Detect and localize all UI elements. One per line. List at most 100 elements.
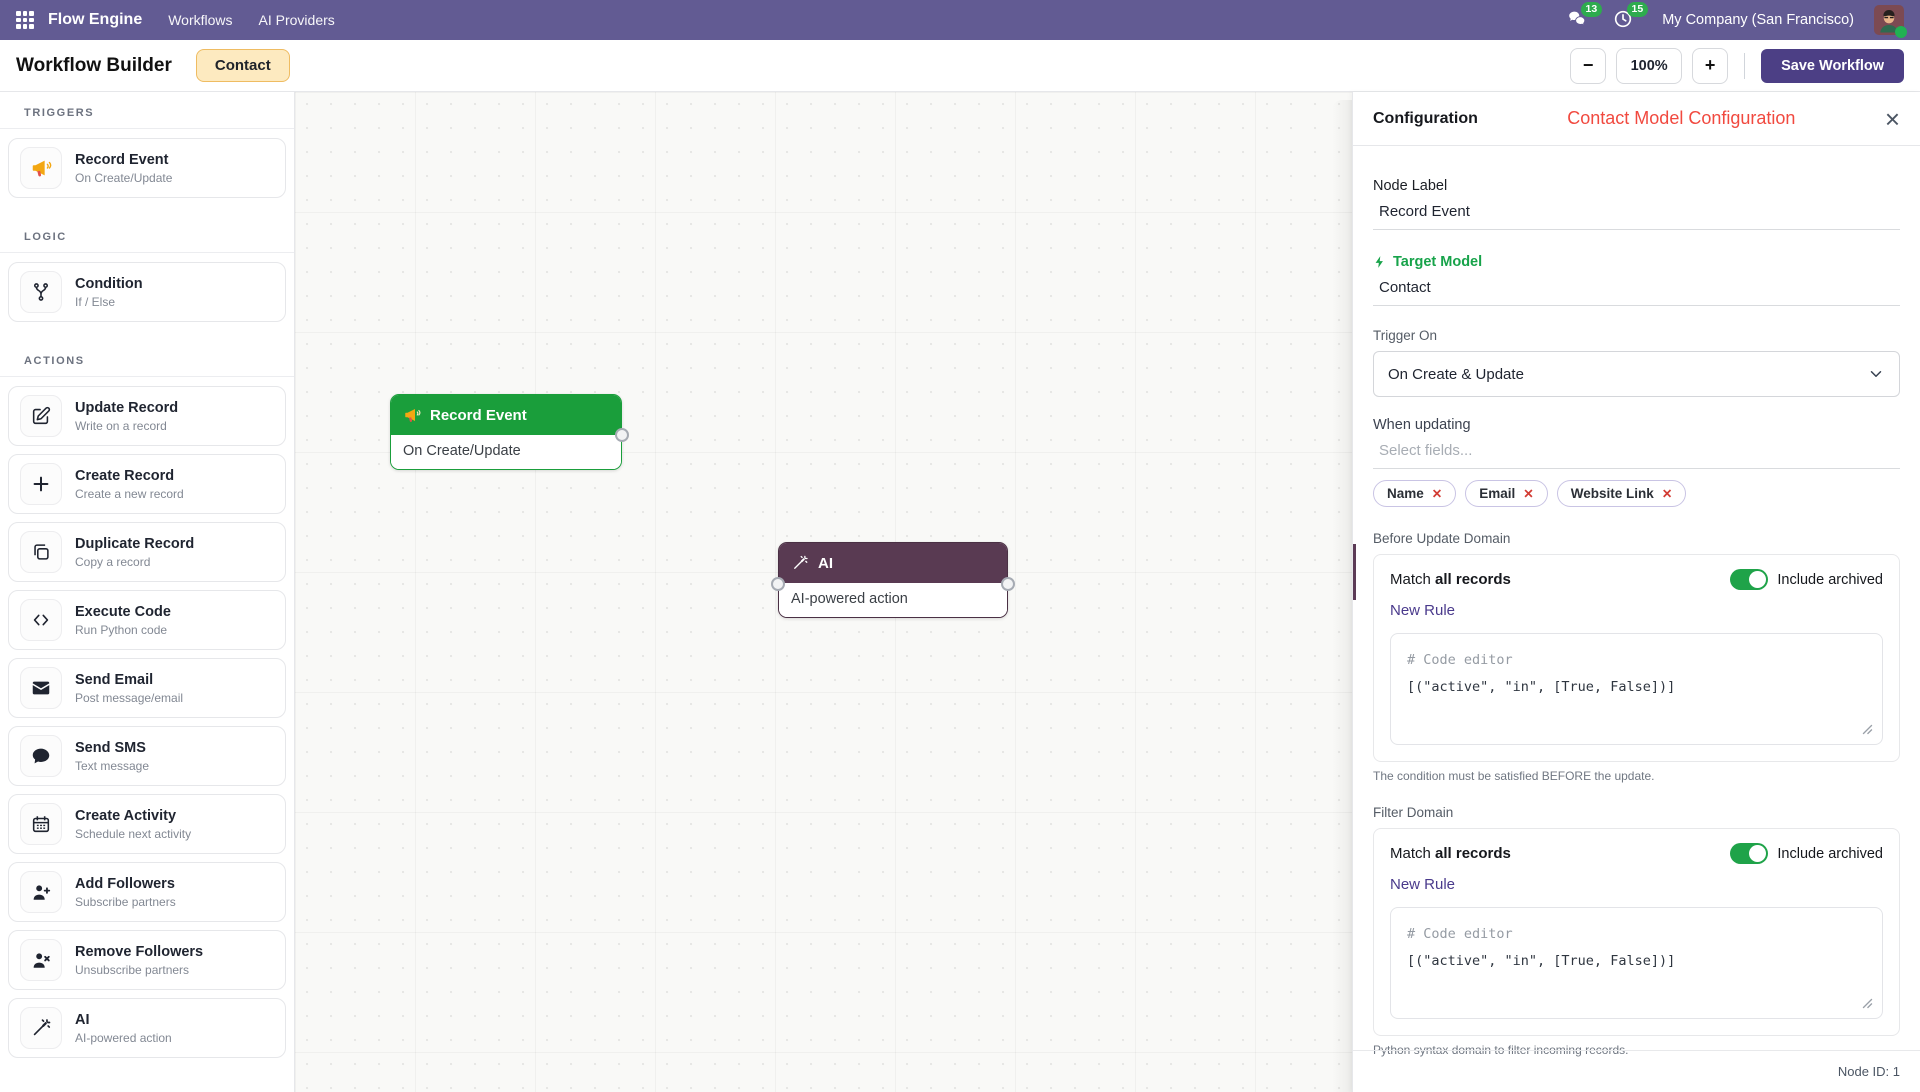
panel-title: Configuration [1373,110,1478,128]
filter-domain-label: Filter Domain [1373,805,1900,820]
before-update-domain-card: Match all records Include archived New R… [1373,554,1900,762]
palette-item-desc: Write on a record [75,419,178,433]
new-rule-link[interactable]: New Rule [1390,876,1883,893]
close-icon[interactable]: × [1885,106,1900,132]
include-archived-toggle[interactable] [1730,569,1768,590]
palette-item-ai[interactable]: AI AI-powered action [8,998,286,1058]
match-records-text: Match all records [1390,845,1511,862]
before-update-domain-label: Before Update Domain [1373,531,1900,546]
user-avatar[interactable] [1874,5,1904,35]
copy-icon [20,531,62,573]
app-name[interactable]: Flow Engine [48,11,142,29]
workflow-canvas[interactable]: Record Event On Create/Update AI AI-powe… [295,92,1352,1092]
wand-icon [20,1007,62,1049]
node-record-event-header: Record Event [391,395,621,435]
online-status-dot [1895,26,1907,38]
palette-item-desc: If / Else [75,295,143,309]
palette-item-update-record[interactable]: Update Record Write on a record [8,386,286,446]
resize-handle-icon[interactable] [1862,724,1873,735]
remove-tag-icon[interactable]: ✕ [1432,486,1442,501]
chevron-down-icon [1867,365,1885,383]
panel-scrollbar-thumb[interactable] [1353,544,1356,600]
palette-item-send-email[interactable]: Send Email Post message/email [8,658,286,718]
node-ai-output-port[interactable] [1001,577,1015,591]
top-nav: Flow Engine Workflows AI Providers 13 15… [0,0,1920,40]
trigger-on-select[interactable]: On Create & Update [1373,351,1900,397]
palette-item-add-followers[interactable]: Add Followers Subscribe partners [8,862,286,922]
palette-item-create-record[interactable]: Create Record Create a new record [8,454,286,514]
palette-item-label: Create Record [75,467,184,485]
section-header-logic: LOGIC [0,216,294,253]
remove-tag-icon[interactable]: ✕ [1662,486,1672,501]
node-record-event-output-port[interactable] [615,428,629,442]
palette-item-label: Send Email [75,671,183,689]
palette-item-remove-followers[interactable]: Remove Followers Unsubscribe partners [8,930,286,990]
envelope-icon [20,667,62,709]
palette-item-label: Remove Followers [75,943,203,961]
palette-item-desc: Schedule next activity [75,827,191,841]
user-x-icon [20,939,62,981]
page-title: Workflow Builder [16,55,172,77]
palette-item-condition[interactable]: Condition If / Else [8,262,286,322]
palette-item-label: Send SMS [75,739,149,757]
calendar-icon [20,803,62,845]
panel-subtitle: Contact Model Configuration [1478,108,1885,129]
tag-label: Email [1479,486,1515,501]
before-update-code-editor[interactable]: # Code editor [("active", "in", [True, F… [1390,633,1883,745]
target-model-input[interactable] [1373,270,1900,306]
palette-item-desc: Copy a record [75,555,194,569]
company-switcher[interactable]: My Company (San Francisco) [1662,12,1854,28]
nav-item-ai-providers[interactable]: AI Providers [259,12,335,28]
palette-item-label: Add Followers [75,875,176,893]
section-header-triggers: TRIGGERS [0,92,294,129]
field-tag-website-link[interactable]: Website Link ✕ [1557,480,1687,507]
configuration-panel: Configuration Contact Model Configuratio… [1352,92,1920,1092]
save-workflow-button[interactable]: Save Workflow [1761,49,1904,83]
include-archived-label: Include archived [1777,846,1883,862]
new-rule-link[interactable]: New Rule [1390,602,1883,619]
code-value: [("active", "in", [True, False])] [1407,948,1866,975]
palette-item-desc: Post message/email [75,691,183,705]
edge-record-to-ai [295,92,595,242]
panel-footer: Node ID: 1 [1353,1050,1920,1092]
plus-icon [20,463,62,505]
remove-tag-icon[interactable]: ✕ [1523,486,1533,501]
palette-item-label: Record Event [75,151,172,169]
node-label-input[interactable] [1373,194,1900,230]
palette-item-create-activity[interactable]: Create Activity Schedule next activity [8,794,286,854]
zoom-out-button[interactable]: − [1570,48,1606,84]
nav-item-workflows[interactable]: Workflows [168,12,232,28]
target-model-label: Target Model [1373,254,1900,270]
model-badge[interactable]: Contact [196,49,290,82]
when-updating-label: When updating [1373,417,1900,433]
resize-handle-icon[interactable] [1862,998,1873,1009]
fork-icon [20,271,62,313]
palette-item-duplicate-record[interactable]: Duplicate Record Copy a record [8,522,286,582]
trigger-on-value: On Create & Update [1388,366,1524,383]
zoom-in-button[interactable]: + [1692,48,1728,84]
node-record-event[interactable]: Record Event On Create/Update [390,394,622,470]
workflow-toolbar: Workflow Builder Contact − 100% + Save W… [0,40,1920,92]
filter-domain-card: Match all records Include archived New R… [1373,828,1900,1036]
palette-item-desc: Text message [75,759,149,773]
include-archived-toggle[interactable] [1730,843,1768,864]
node-label-field-label: Node Label [1373,178,1900,194]
filter-domain-code-editor[interactable]: # Code editor [("active", "in", [True, F… [1390,907,1883,1019]
tag-label: Website Link [1571,486,1654,501]
palette-item-execute-code[interactable]: Execute Code Run Python code [8,590,286,650]
palette-item-label: Create Activity [75,807,191,825]
field-tag-email[interactable]: Email ✕ [1465,480,1548,507]
palette-item-record-event[interactable]: Record Event On Create/Update [8,138,286,198]
update-fields-input[interactable] [1373,433,1900,469]
field-tag-name[interactable]: Name ✕ [1373,480,1456,507]
user-plus-icon [20,871,62,913]
node-ai-input-port[interactable] [771,577,785,591]
activities-button[interactable]: 15 [1612,8,1638,32]
node-ai[interactable]: AI AI-powered action [778,542,1008,618]
tag-label: Name [1387,486,1424,501]
apps-grid-icon[interactable] [16,11,34,29]
messages-button[interactable]: 13 [1566,8,1592,32]
megaphone-icon [403,406,421,424]
canvas-scrollbar[interactable] [1332,100,1352,1092]
palette-item-send-sms[interactable]: Send SMS Text message [8,726,286,786]
